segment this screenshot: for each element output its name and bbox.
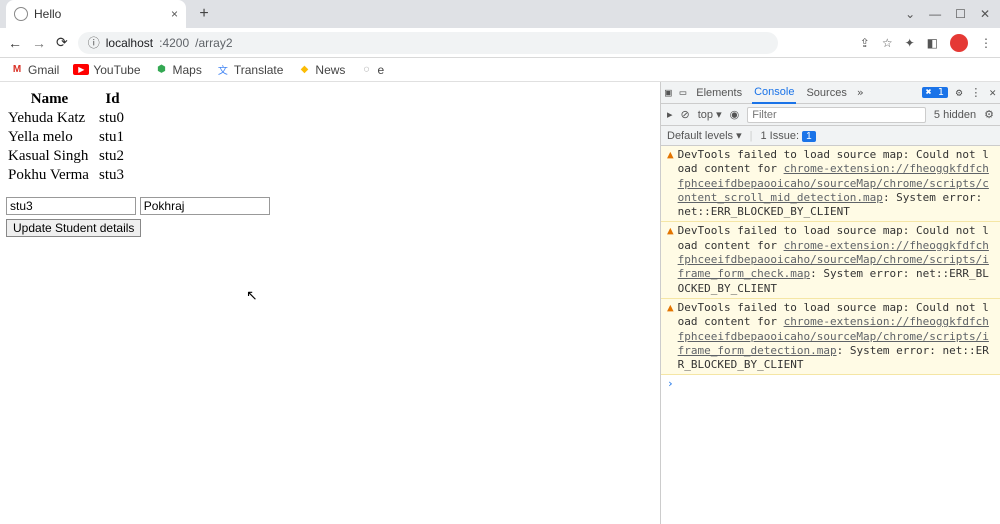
bookmark-maps[interactable]: ⬢Maps [155, 63, 202, 77]
student-name-input[interactable] [140, 197, 270, 215]
globe-icon [14, 7, 28, 21]
menu-icon[interactable]: ⋮ [980, 36, 992, 50]
extensions-icon[interactable]: ✦ [905, 36, 915, 50]
device-toggle-icon[interactable]: ▭ [680, 86, 687, 99]
e-icon: ◌ [359, 63, 373, 77]
devtools-close-icon[interactable]: ✕ [989, 86, 996, 99]
table-row: Yella melostu1 [6, 128, 132, 147]
settings-gear-icon[interactable]: ⚙ [956, 86, 963, 99]
live-expression-icon[interactable]: ◉ [730, 108, 740, 121]
news-icon: ◆ [297, 63, 311, 77]
workspace: Name Id Yehuda Katzstu0 Yella melostu1 K… [0, 82, 1000, 524]
tab-console[interactable]: Console [752, 82, 796, 104]
execution-context[interactable]: top ▾ [698, 108, 722, 121]
table-row: Yehuda Katzstu0 [6, 109, 132, 128]
close-window-icon[interactable]: ✕ [980, 7, 990, 21]
forward-button[interactable]: → [32, 35, 46, 51]
console-warning: ▲ DevTools failed to load source map: Co… [661, 299, 1000, 375]
bookmark-e[interactable]: ◌e [359, 63, 384, 77]
profile-avatar[interactable] [950, 34, 968, 52]
bookmark-translate[interactable]: 文Translate [216, 63, 284, 77]
tab-sources[interactable]: Sources [804, 87, 848, 99]
console-prompt[interactable]: › [661, 375, 1000, 392]
reload-button[interactable]: ⟳ [56, 34, 68, 51]
console-output: ▲ DevTools failed to load source map: Co… [661, 146, 1000, 524]
warning-icon: ▲ [667, 224, 674, 295]
chevron-down-icon[interactable]: ⌄ [905, 7, 915, 21]
tab-close-icon[interactable]: × [171, 7, 178, 21]
col-id: Id [97, 90, 132, 109]
devtools-tabs: ▣ ▭ Elements Console Sources » ✖ 1 ⚙ ⋮ ✕ [661, 82, 1000, 104]
console-warning: ▲ DevTools failed to load source map: Co… [661, 146, 1000, 222]
hidden-count: 5 hidden [934, 109, 976, 121]
console-filter-input[interactable] [747, 107, 926, 123]
more-tabs-icon[interactable]: » [857, 86, 864, 99]
warning-icon: ▲ [667, 301, 674, 372]
back-button[interactable]: ← [8, 35, 22, 51]
bookmarks-bar: MGmail ▶YouTube ⬢Maps 文Translate ◆News ◌… [0, 58, 1000, 82]
new-tab-button[interactable]: + [194, 4, 214, 24]
window-controls: ⌄ — ☐ ✕ [895, 7, 1000, 21]
tab-strip: Hello × + ⌄ — ☐ ✕ [0, 0, 1000, 28]
toggle-sidebar-icon[interactable]: ▸ [667, 108, 673, 121]
clear-console-icon[interactable]: ⊘ [681, 108, 690, 121]
browser-chrome: Hello × + ⌄ — ☐ ✕ ← → ⟳ ⓘ localhost :4200… [0, 0, 1000, 82]
warning-icon: ▲ [667, 148, 674, 219]
table-row: Pokhu Vermastu3 [6, 166, 132, 185]
col-name: Name [6, 90, 97, 109]
console-toolbar: ▸ ⊘ top ▾ ◉ 5 hidden ⚙ [661, 104, 1000, 126]
bookmark-news[interactable]: ◆News [297, 63, 345, 77]
sidepanel-icon[interactable]: ◧ [927, 36, 938, 50]
maximize-icon[interactable]: ☐ [955, 7, 966, 21]
site-info-icon[interactable]: ⓘ [88, 34, 100, 51]
inspect-icon[interactable]: ▣ [665, 86, 672, 99]
youtube-icon: ▶ [73, 64, 89, 75]
console-settings-icon[interactable]: ⚙ [984, 108, 994, 121]
url-input[interactable]: ⓘ localhost :4200/array2 [78, 32, 778, 54]
table-row: Kasual Singhstu2 [6, 147, 132, 166]
url-port: :4200 [159, 36, 189, 50]
student-id-input[interactable] [6, 197, 136, 215]
errors-badge[interactable]: ✖ 1 [922, 87, 948, 98]
gmail-icon: M [10, 63, 24, 77]
mouse-cursor-icon: ↖ [246, 288, 258, 305]
toolbar-actions: ⇪ ☆ ✦ ◧ ⋮ [860, 34, 992, 52]
bookmark-gmail[interactable]: MGmail [10, 63, 59, 77]
url-path: /array2 [195, 36, 232, 50]
page-content: Name Id Yehuda Katzstu0 Yella melostu1 K… [0, 82, 660, 524]
update-button[interactable]: Update Student details [6, 219, 141, 237]
devtools-panel: ▣ ▭ Elements Console Sources » ✖ 1 ⚙ ⋮ ✕… [660, 82, 1000, 524]
url-host: localhost [106, 36, 153, 50]
share-icon[interactable]: ⇪ [860, 36, 870, 50]
bookmark-youtube[interactable]: ▶YouTube [73, 63, 140, 77]
log-levels[interactable]: Default levels ▾ [667, 129, 742, 142]
students-table: Name Id Yehuda Katzstu0 Yella melostu1 K… [6, 90, 132, 185]
devtools-menu-icon[interactable]: ⋮ [970, 86, 981, 99]
minimize-icon[interactable]: — [929, 7, 941, 21]
bookmark-star-icon[interactable]: ☆ [882, 36, 893, 50]
table-header-row: Name Id [6, 90, 132, 109]
browser-tab[interactable]: Hello × [6, 0, 186, 28]
maps-icon: ⬢ [155, 63, 169, 77]
tab-title: Hello [34, 7, 165, 21]
address-bar: ← → ⟳ ⓘ localhost :4200/array2 ⇪ ☆ ✦ ◧ ⋮ [0, 28, 1000, 58]
issues-link[interactable]: 1 Issue: 1 [760, 130, 815, 142]
translate-icon: 文 [216, 63, 230, 77]
console-warning: ▲ DevTools failed to load source map: Co… [661, 222, 1000, 298]
tab-elements[interactable]: Elements [694, 87, 744, 99]
console-info-bar: Default levels ▾ | 1 Issue: 1 [661, 126, 1000, 146]
